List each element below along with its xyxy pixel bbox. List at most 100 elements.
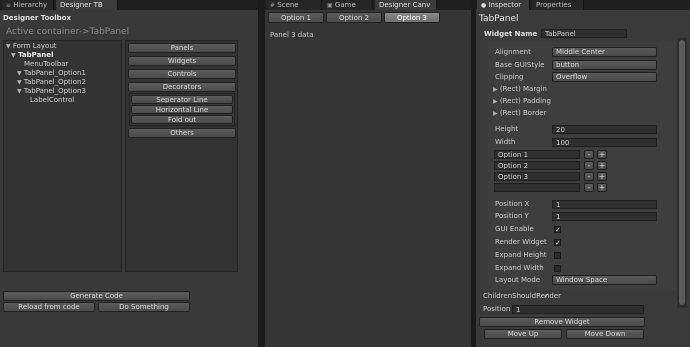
width-field[interactable]: 100 [552,138,657,147]
foldout-padding[interactable]: ▶ (Rect) Padding [493,97,551,106]
option-1-add-button[interactable]: + [597,150,607,159]
inspector-title: TabPanel [479,14,519,24]
expand-triangle-icon: ▼ [17,88,22,95]
move-up-button[interactable]: Move Up [484,329,562,339]
gui-enable-label: GUI Enable [495,225,534,233]
expand-triangle-icon: ▼ [6,43,11,50]
foldout-label: (Rect) Margin [499,85,547,93]
tree-label: Form Layout [12,42,57,50]
controls-button[interactable]: Controls [128,69,236,79]
clipping-dropdown[interactable]: Overflow [552,72,657,82]
option-2-tab[interactable]: Option 2 [326,12,382,23]
widget-name-field[interactable]: TabPanel [541,29,627,38]
option-3-remove-button[interactable]: - [584,172,594,181]
width-label: Width [495,138,516,146]
option-1-tab[interactable]: Option 1 [268,12,324,23]
option-new-add-button[interactable]: + [597,183,607,192]
option-1-remove-button[interactable]: - [584,150,594,159]
alignment-dropdown[interactable]: Middle Center [552,47,657,57]
layout-mode-dropdown[interactable]: Window Space [552,275,657,285]
option-3-add-button[interactable]: + [597,172,607,181]
option-new-remove-button[interactable]: - [584,183,594,192]
tree-item-tabpanel[interactable]: ▼ TabPanel [11,51,53,60]
widgets-button[interactable]: Widgets [128,56,236,66]
tab-designer-canvas[interactable]: Designer Canv [375,0,437,10]
reload-from-code-button[interactable]: Reload from code [3,302,95,312]
position-y-label: Position Y [495,212,529,220]
tab-scene-label: Scene [277,1,299,9]
horizontal-line-button[interactable]: Horizontal Line [131,105,233,114]
gui-enable-checkbox[interactable]: ✓ [554,226,561,234]
expand-width-label: Expand Width [495,264,544,272]
do-something-button[interactable]: Do Something [98,302,190,312]
tab-scene[interactable]: # Scene [266,0,322,10]
generate-code-button[interactable]: Generate Code [3,291,190,301]
inspector-scrollbar-thumb[interactable] [679,40,685,305]
option-1-field[interactable]: Option 1 [494,150,580,159]
tree-label: TabPanel_Option3 [23,87,86,95]
render-widget-checkbox[interactable]: ✓ [554,239,561,247]
expand-width-checkbox[interactable] [554,265,561,272]
info-icon: ● [481,2,487,9]
expand-triangle-icon: ▼ [17,70,22,77]
tree-item-labelcontrol[interactable]: LabelControl [30,96,74,105]
game-icon: ▣ [327,2,333,9]
widget-name-label: Widget Name [484,30,538,38]
panels-button[interactable]: Panels [128,43,236,53]
tree-item-menutoolbar[interactable]: MenuToolbar [24,60,68,69]
position-x-field[interactable]: 1 [552,200,657,209]
option-3-field[interactable]: Option 3 [494,172,580,181]
designer-canvas [265,10,471,347]
foldout-border[interactable]: ▶ (Rect) Border [493,109,546,118]
height-label: Height [495,125,519,133]
render-widget-label: Render Widget [495,238,547,246]
tree-item-option1[interactable]: ▼ TabPanel_Option1 [17,69,86,78]
tab-designer-tb[interactable]: Designer TB [56,0,118,10]
tree-item-option3[interactable]: ▼ TabPanel_Option3 [17,87,86,96]
foldout-margin[interactable]: ▶ (Rect) Margin [493,85,547,94]
decorators-button[interactable]: Decorators [128,82,236,92]
tree-item-form-layout[interactable]: ▼ Form Layout [6,42,57,51]
others-button[interactable]: Others [128,128,236,138]
tree-item-option2[interactable]: ▼ TabPanel_Option2 [17,78,86,87]
remove-widget-button[interactable]: Remove Widget [479,317,645,327]
tab-hierarchy-label: Hierarchy [13,1,48,9]
height-field[interactable]: 20 [552,125,657,134]
left-splitter[interactable] [258,0,265,347]
tree-label: LabelControl [30,96,75,104]
foldout-label: (Rect) Padding [499,97,551,105]
base-guistyle-dropdown[interactable]: button [552,60,657,70]
tab-inspector-label: Inspector [488,1,522,9]
alignment-label: Alignment [495,48,531,56]
fold-out-button[interactable]: Fold out [131,115,233,124]
layout-mode-label: Layout Mode [495,276,541,284]
tab-designer-canvas-label: Designer Canv [379,1,431,9]
foldout-label: (Rect) Border [499,109,547,117]
position-x2-field[interactable]: 1 [512,305,644,314]
tab-inspector[interactable]: ● Inspector [477,0,530,10]
tab-game[interactable]: ▣ Game [323,0,373,10]
separator-line-button[interactable]: Seperator Line [131,95,233,104]
tab-properties[interactable]: Properties [532,0,584,10]
children-should-render-checkbox[interactable]: ✓ [543,293,550,300]
position-x-label: Position X [495,200,530,208]
position-y-field[interactable]: 1 [552,212,657,221]
option-2-field[interactable]: Option 2 [494,161,580,170]
expand-height-checkbox[interactable] [554,252,561,259]
tab-hierarchy[interactable]: ≡ Hierarchy [2,0,54,10]
move-down-button[interactable]: Move Down [566,329,644,339]
option-2-add-button[interactable]: + [597,161,607,170]
tab-designer-tb-label: Designer TB [60,1,103,9]
tree-label: TabPanel_Option1 [23,69,86,77]
collapsed-triangle-icon: ▶ [493,110,498,117]
hierarchy-icon: ≡ [6,2,12,9]
option-new-field[interactable] [494,183,580,192]
option-3-tab[interactable]: Option 3 [384,12,440,23]
toolbox-title: Designer Toolbox [3,14,71,22]
expand-height-label: Expand Height [495,251,547,259]
base-guistyle-label: Base GUIStyle [495,61,545,69]
option-2-remove-button[interactable]: - [584,161,594,170]
active-container-label: Active container->TabPanel [6,27,130,37]
panel-3-data-label: Panel 3 data [270,31,314,39]
tree-label: MenuToolbar [24,60,69,68]
